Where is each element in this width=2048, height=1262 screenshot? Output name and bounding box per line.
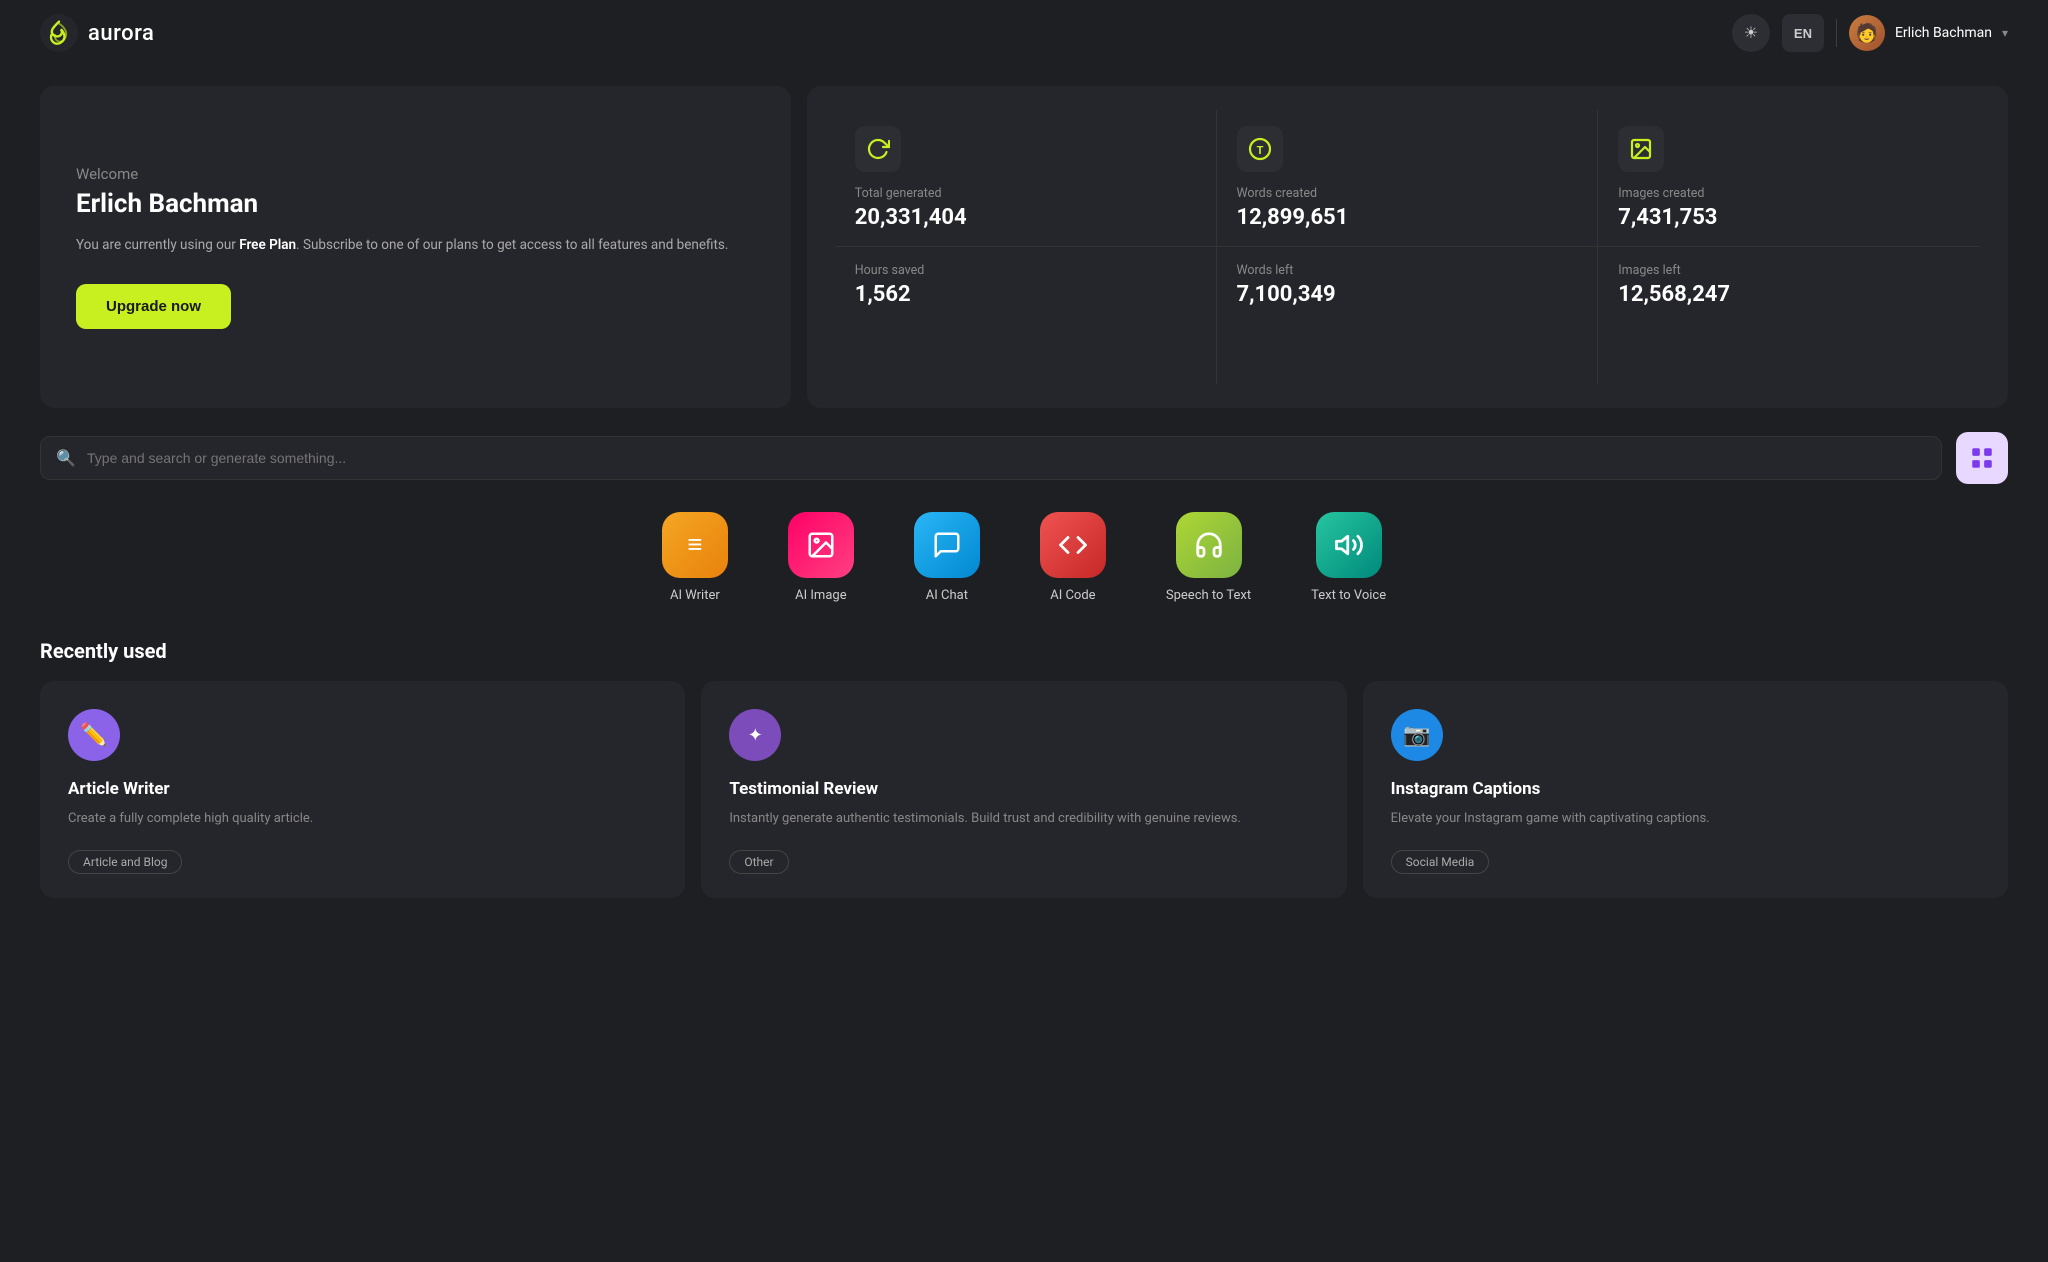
chat-tool-icon	[932, 530, 962, 560]
plan-name: Free Plan	[239, 237, 296, 253]
language-label: EN	[1794, 26, 1812, 41]
images-created-value: 7,431,753	[1618, 205, 1960, 230]
code-tool-icon	[1058, 530, 1088, 560]
recent-card-testimonial: ✦ Testimonial Review Instantly generate …	[701, 681, 1346, 898]
total-generated-label: Total generated	[855, 186, 1196, 201]
image-tool-icon	[806, 530, 836, 560]
search-input[interactable]	[40, 436, 1942, 480]
images-created-label: Images created	[1618, 186, 1960, 201]
tool-ai-writer[interactable]: ≡ AI Writer	[662, 512, 728, 603]
tool-text-to-voice[interactable]: Text to Voice	[1311, 512, 1386, 603]
stat-images-created: Images created 7,431,753	[1598, 110, 1980, 247]
total-generated-value: 20,331,404	[855, 205, 1196, 230]
volume-icon	[1334, 530, 1364, 560]
welcome-card: Welcome Erlich Bachman You are currently…	[40, 86, 791, 408]
tool-speech-to-text[interactable]: Speech to Text	[1166, 512, 1251, 603]
text-to-voice-label: Text to Voice	[1311, 588, 1386, 603]
tool-ai-image[interactable]: AI Image	[788, 512, 854, 603]
stat-words-left: Words left 7,100,349	[1217, 247, 1599, 384]
speech-to-text-icon	[1176, 512, 1242, 578]
words-left-value: 7,100,349	[1237, 282, 1578, 307]
testimonial-card-icon: ✦	[729, 709, 781, 761]
words-left-label: Words left	[1237, 263, 1578, 278]
theme-toggle-button[interactable]: ☀	[1732, 14, 1770, 52]
testimonial-tag[interactable]: Other	[729, 850, 788, 874]
tool-ai-code[interactable]: AI Code	[1040, 512, 1106, 603]
welcome-label: Welcome	[76, 165, 755, 183]
stat-hours-saved: Hours saved 1,562	[835, 247, 1217, 384]
article-writer-tag[interactable]: Article and Blog	[68, 850, 182, 874]
main-content: Welcome Erlich Bachman You are currently…	[0, 66, 2048, 938]
recent-card-instagram: 📷 Instagram Captions Elevate your Instag…	[1363, 681, 2008, 898]
article-writer-title: Article Writer	[68, 779, 657, 799]
hours-saved-label: Hours saved	[855, 263, 1196, 278]
images-left-label: Images left	[1618, 263, 1960, 278]
instagram-card-icon: 📷	[1391, 709, 1443, 761]
grid-icon	[1969, 445, 1995, 471]
language-selector-button[interactable]: EN	[1782, 14, 1824, 52]
tool-ai-chat[interactable]: AI Chat	[914, 512, 980, 603]
headphones-icon	[1194, 530, 1224, 560]
sun-icon: ☀	[1744, 23, 1758, 43]
speech-to-text-label: Speech to Text	[1166, 588, 1251, 603]
article-writer-card-icon: ✏️	[68, 709, 120, 761]
recently-used-title: Recently used	[40, 639, 2008, 663]
testimonial-desc: Instantly generate authentic testimonial…	[729, 809, 1318, 830]
avatar: 🧑	[1849, 15, 1885, 51]
app-name: aurora	[88, 21, 154, 46]
grid-view-button[interactable]	[1956, 432, 2008, 484]
testimonial-title: Testimonial Review	[729, 779, 1318, 799]
search-icon: 🔍	[56, 449, 76, 468]
ai-image-label: AI Image	[795, 588, 846, 603]
stat-total-generated: Total generated 20,331,404	[835, 110, 1217, 247]
recent-cards-grid: ✏️ Article Writer Create a fully complet…	[40, 681, 2008, 898]
ai-chat-label: AI Chat	[926, 588, 968, 603]
top-row: Welcome Erlich Bachman You are currently…	[40, 86, 2008, 408]
words-created-label: Words created	[1237, 186, 1578, 201]
stat-images-left: Images left 12,568,247	[1598, 247, 1980, 384]
welcome-name: Erlich Bachman	[76, 189, 755, 219]
image-icon	[1629, 137, 1653, 161]
header-divider	[1836, 19, 1837, 47]
stat-words-created: T Words created 12,899,651	[1217, 110, 1599, 247]
text-icon-wrap: T	[1237, 126, 1283, 172]
text-icon: T	[1248, 137, 1272, 161]
user-menu[interactable]: 🧑 Erlich Bachman ▾	[1849, 15, 2008, 51]
svg-text:T: T	[1256, 144, 1263, 157]
words-created-value: 12,899,651	[1237, 205, 1578, 230]
refresh-icon	[866, 137, 890, 161]
header-actions: ☀ EN 🧑 Erlich Bachman ▾	[1732, 14, 2008, 52]
images-left-value: 12,568,247	[1618, 282, 1960, 307]
refresh-icon-wrap	[855, 126, 901, 172]
aurora-logo-icon	[40, 14, 78, 52]
instagram-title: Instagram Captions	[1391, 779, 1980, 799]
instagram-desc: Elevate your Instagram game with captiva…	[1391, 809, 1980, 830]
chevron-down-icon: ▾	[2002, 26, 2008, 40]
welcome-description: You are currently using our Free Plan. S…	[76, 235, 755, 257]
stats-card: Total generated 20,331,404 T Words creat…	[807, 86, 2008, 408]
recently-used-section: Recently used ✏️ Article Writer Create a…	[40, 639, 2008, 898]
ai-code-icon	[1040, 512, 1106, 578]
search-wrap: 🔍	[40, 436, 1942, 480]
article-writer-desc: Create a fully complete high quality art…	[68, 809, 657, 830]
hours-saved-value: 1,562	[855, 282, 1196, 307]
ai-writer-label: AI Writer	[670, 588, 720, 603]
user-name-label: Erlich Bachman	[1895, 25, 1992, 41]
search-row: 🔍	[40, 432, 2008, 484]
ai-code-label: AI Code	[1050, 588, 1095, 603]
tools-row: ≡ AI Writer AI Image AI Chat	[40, 512, 2008, 603]
ai-image-icon	[788, 512, 854, 578]
ai-writer-icon: ≡	[662, 512, 728, 578]
ai-chat-icon	[914, 512, 980, 578]
instagram-tag[interactable]: Social Media	[1391, 850, 1490, 874]
upgrade-now-button[interactable]: Upgrade now	[76, 284, 231, 329]
image-icon-wrap	[1618, 126, 1664, 172]
text-to-voice-icon	[1316, 512, 1382, 578]
header: aurora ☀ EN 🧑 Erlich Bachman ▾	[0, 0, 2048, 66]
recent-card-article-writer: ✏️ Article Writer Create a fully complet…	[40, 681, 685, 898]
logo: aurora	[40, 14, 154, 52]
